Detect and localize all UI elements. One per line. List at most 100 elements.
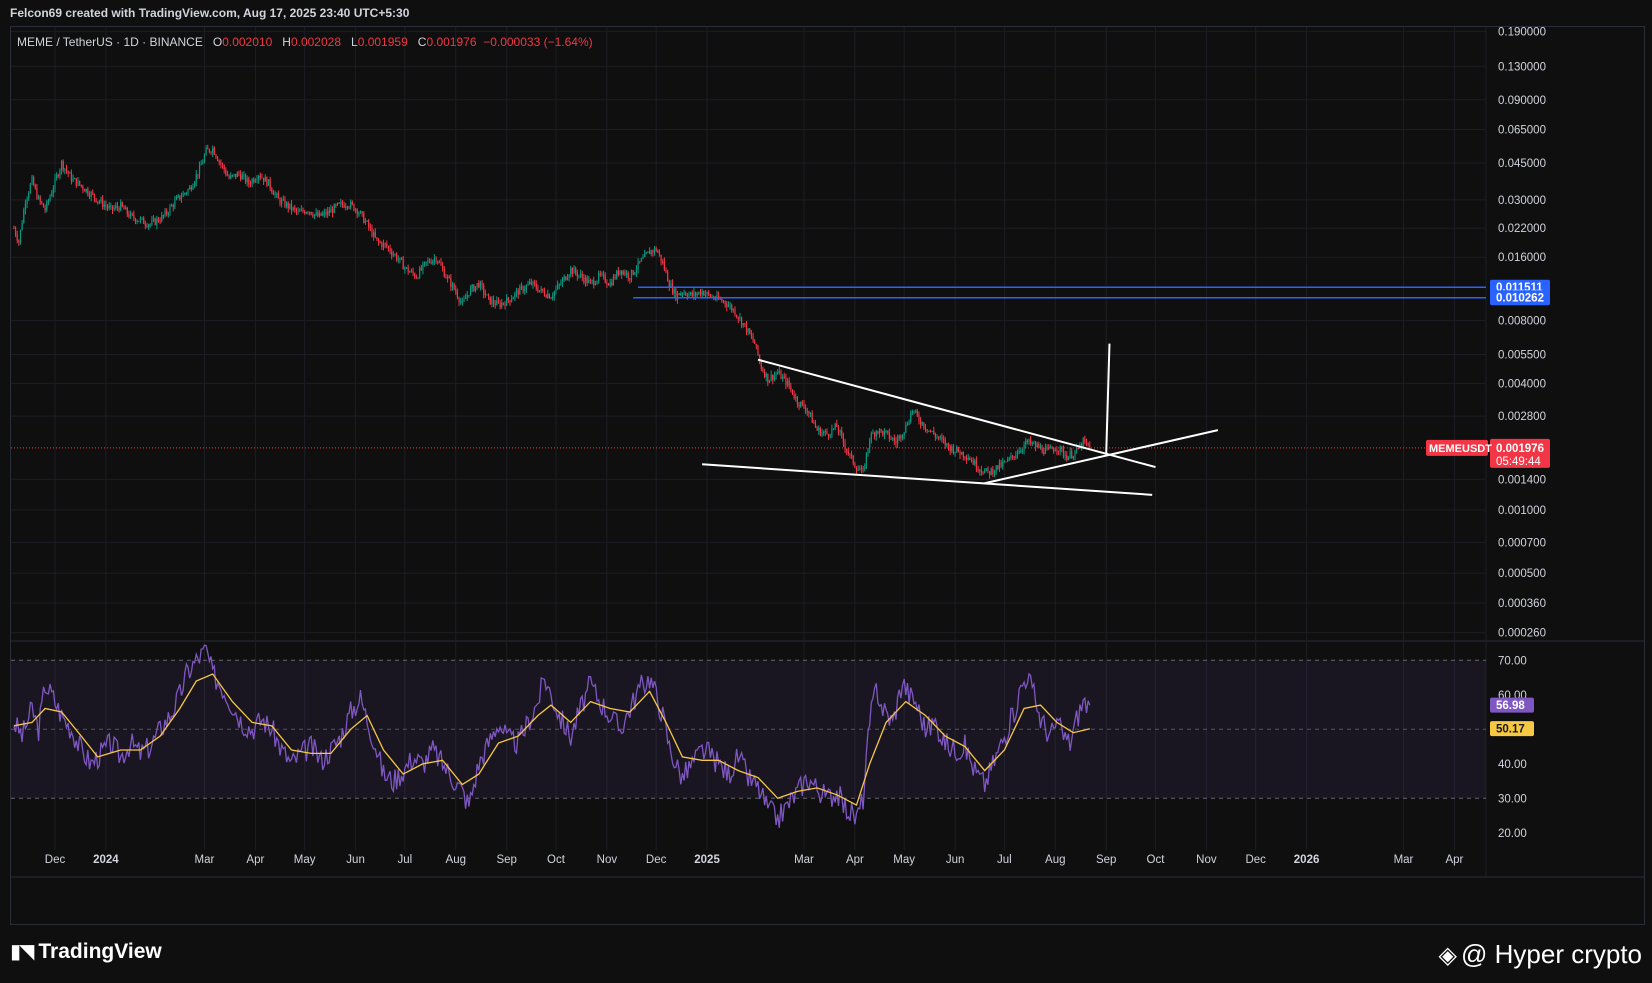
candle-body [231,174,233,176]
candle-body [724,301,726,304]
candle-body [381,242,383,248]
candle-body [236,172,238,178]
candle-body [412,270,414,274]
candle-body [660,254,662,262]
candle-body [714,298,716,300]
tradingview-brand: TradingView [38,940,162,963]
symbol-label[interactable]: MEME / TetherUS · 1D · BINANCE [17,35,203,49]
candle-body [491,299,493,305]
candle-body [785,377,787,385]
candle-body [180,196,183,200]
candle-body [890,438,892,440]
candle-body [514,292,516,298]
candle-body [177,195,179,197]
ohlc-legend: MEME / TetherUS · 1D · BINANCE O0.002010… [17,35,593,49]
candle-body [691,292,693,297]
candle-body [350,201,352,208]
candle-body [284,199,286,207]
price-tick-label: 0.022000 [1498,223,1546,235]
candle-body [205,147,207,155]
candle-body [734,309,736,316]
candle-body [750,333,753,337]
candle-body [243,174,245,176]
candle-body [87,188,89,195]
candle-body [203,154,206,162]
chart-canvas[interactable]: 0.190000 0.130000 0.090000 0.065000 0.045000… [11,27,1644,924]
candle-body [593,280,595,286]
candle-body [437,261,439,263]
candle-body [1013,456,1015,458]
candle-body [391,251,393,256]
candle-body [652,250,654,253]
chart-frame[interactable]: 0.190000 0.130000 0.090000 0.065000 0.045000… [10,26,1645,925]
candle-body [320,212,322,216]
candle-body [285,202,288,207]
candle-body [547,294,549,298]
candle-body [786,380,789,385]
candle-body [970,459,973,461]
candle-body [483,285,485,294]
candle-body [941,436,943,439]
candle-body [343,204,345,208]
candle-body [851,454,853,456]
tradingview-logo[interactable]: ▮◥ TradingView [10,939,162,964]
candle-body [686,295,688,297]
candle-body [874,433,876,437]
candle-body [588,279,590,284]
candle-body [1018,450,1020,454]
candle-body [317,212,319,217]
candle-body [182,193,184,197]
time-tick-label: Jun [946,854,965,866]
candle-body [561,279,564,284]
candle-body [212,147,214,153]
candle-body [120,202,122,211]
candle-body [938,436,940,438]
candle-body [529,282,531,285]
candle-body [934,434,936,438]
candle-body [865,453,867,468]
candle-body [959,451,961,455]
candle-body [566,277,569,280]
candle-body [83,189,86,192]
candle-body [747,328,749,333]
candle-body [1077,447,1079,449]
candle-body [752,336,754,341]
candle-body [486,294,488,296]
candle-body [867,448,869,454]
candle-body [584,277,587,283]
candle-body [438,262,440,264]
candle-body [855,467,858,471]
candle-body [872,433,874,435]
candle-body [207,147,209,150]
candle-body [1085,441,1088,443]
candle-body [159,221,161,223]
candle-body [382,243,385,248]
candle-body [911,411,913,414]
candle-body [575,268,577,273]
time-tick-label: 2026 [1294,854,1320,866]
candle-body [358,213,360,215]
time-tick-label: May [294,854,316,866]
candle-body [1025,440,1027,445]
candle-body [478,283,480,288]
candle-body [693,292,695,297]
candle-body [184,193,186,195]
candle-body [972,460,974,465]
candle-body [315,212,317,215]
candle-body [440,262,442,266]
candle-body [859,469,861,471]
trendline-annotation[interactable] [984,429,1219,485]
candle-body [650,250,652,254]
candle-body [637,261,639,270]
candle-body [1023,444,1025,450]
candle-body [729,305,731,307]
candle-body [611,282,613,286]
candle-body [1011,455,1014,457]
time-tick-label: Mar [794,854,814,866]
level-price-label: 0.010262 [1496,293,1544,305]
candle-body [754,340,756,345]
time-tick-label: Dec [1245,854,1266,866]
candle-body [471,284,473,288]
candle-body [732,309,734,311]
candle-body [62,161,64,170]
